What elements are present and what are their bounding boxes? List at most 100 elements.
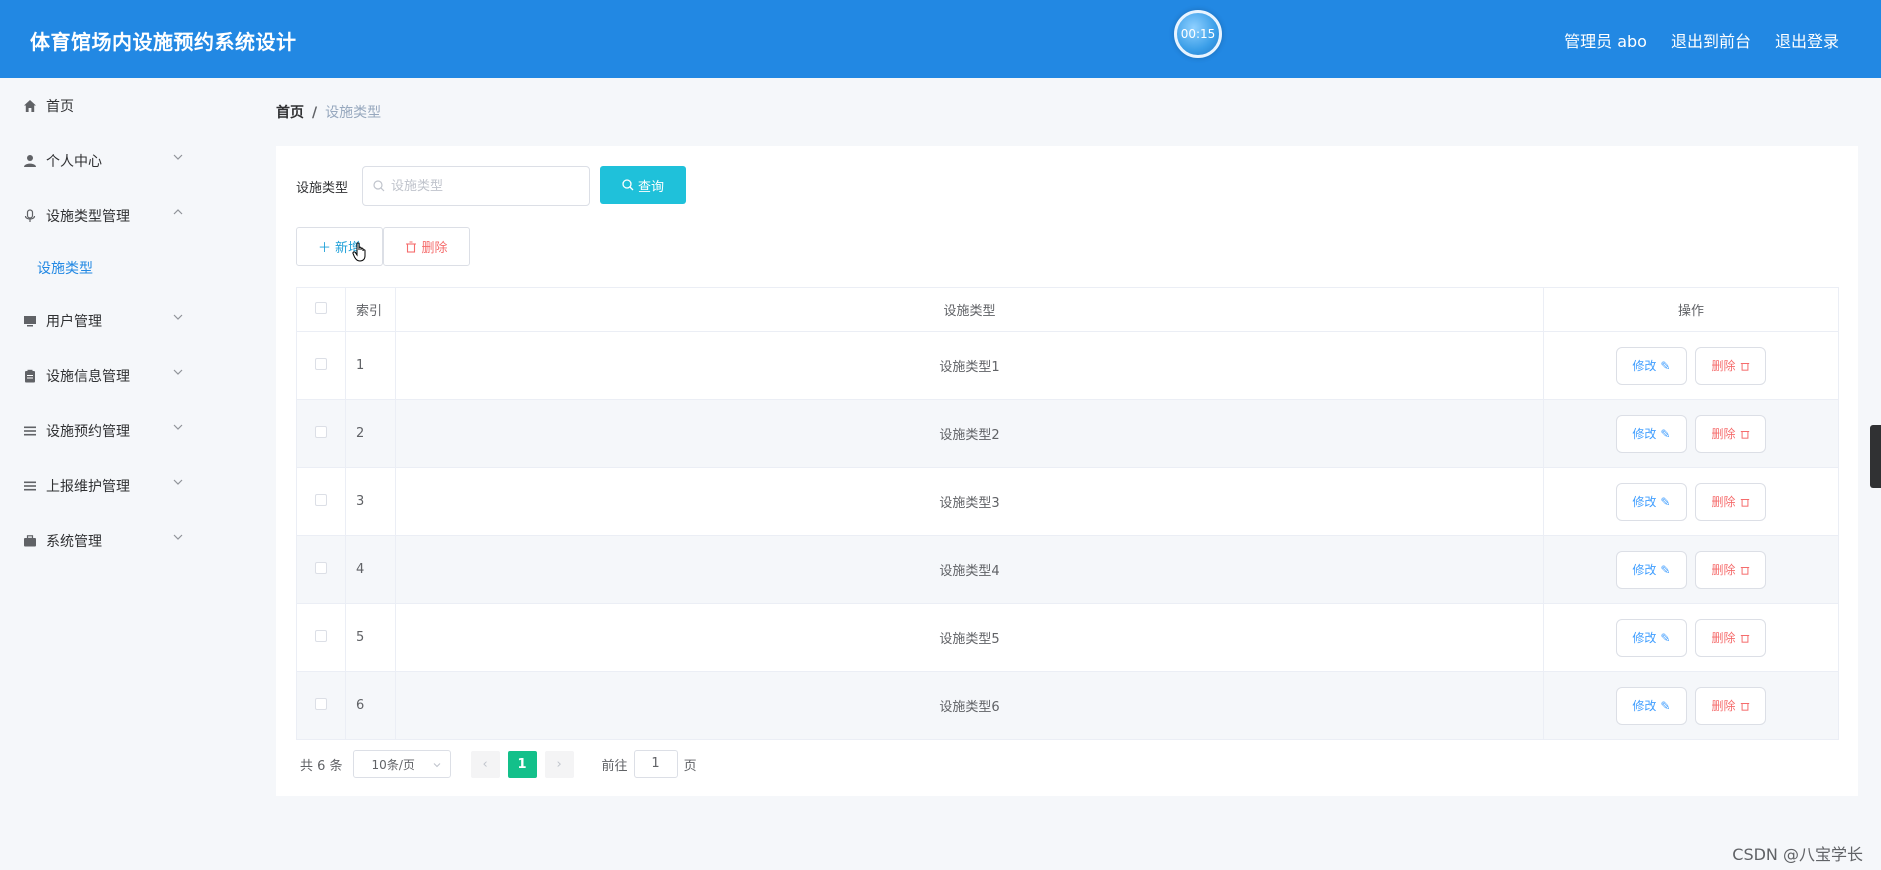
goto-page-input[interactable]: 1 [633, 750, 678, 778]
delete-label: 删除 [1711, 495, 1736, 509]
page-number-active[interactable]: 1 [507, 750, 537, 778]
user-icon [22, 153, 38, 169]
table-row: 5 设施类型5 修改 ✎ 删除 [296, 603, 1839, 672]
goto-label: 前往 [601, 758, 628, 774]
chevron-left-icon: ‹ [482, 756, 488, 772]
edit-button[interactable]: 修改 ✎ [1615, 686, 1687, 725]
sidebar-item-facility-booking-mgmt[interactable]: 设施预约管理 [0, 403, 246, 458]
sidebar-item-maintenance-report-mgmt[interactable]: 上报维护管理 [0, 458, 246, 513]
list-icon [22, 423, 38, 439]
trash-icon [406, 240, 417, 253]
edit-label: 修改 [1632, 563, 1657, 577]
delete-button[interactable]: 删除 [1695, 346, 1767, 385]
logout-link[interactable]: 退出登录 [1775, 28, 1839, 52]
search-field[interactable] [362, 166, 590, 206]
sidebar-item-label: 上报维护管理 [46, 478, 130, 495]
row-actions: 修改 ✎ 删除 [1543, 603, 1839, 672]
edit-button[interactable]: 修改 ✎ [1615, 550, 1687, 589]
breadcrumb: 首页 / 设施类型 [276, 102, 381, 122]
delete-label: 删除 [1711, 359, 1736, 373]
row-checkbox[interactable] [315, 697, 327, 710]
edit-icon: ✎ [1660, 698, 1671, 713]
edit-button[interactable]: 修改 ✎ [1615, 618, 1687, 657]
edit-button[interactable]: 修改 ✎ [1615, 346, 1687, 385]
header-type: 设施类型 [395, 287, 1544, 332]
trash-icon [1740, 566, 1749, 575]
sidebar-item-facility-type-mgmt[interactable]: 设施类型管理 [0, 188, 246, 243]
batch-delete-button[interactable]: 删除 [383, 227, 470, 266]
back-to-front-link[interactable]: 退出到前台 [1671, 28, 1751, 52]
sidebar-item-facility-info-mgmt[interactable]: 设施信息管理 [0, 348, 246, 403]
search-input[interactable] [391, 178, 571, 194]
next-page-button[interactable]: › [544, 750, 574, 778]
row-actions: 修改 ✎ 删除 [1543, 467, 1839, 536]
delete-label: 删除 [1711, 427, 1736, 441]
edit-icon: ✎ [1660, 426, 1671, 441]
prev-page-button[interactable]: ‹ [470, 750, 500, 778]
row-type: 设施类型4 [395, 535, 1544, 604]
trash-icon [1740, 430, 1749, 439]
sidebar: 首页 个人中心 设施类型管理 设施类型 用户管理 设施信息管理 设施预约管理 上… [0, 78, 246, 870]
row-checkbox[interactable] [315, 493, 327, 506]
edit-icon: ✎ [1660, 494, 1671, 509]
row-actions: 修改 ✎ 删除 [1543, 331, 1839, 400]
delete-button[interactable]: 删除 [1695, 414, 1767, 453]
delete-button[interactable]: 删除 [1695, 686, 1767, 725]
table-row: 3 设施类型3 修改 ✎ 删除 [296, 467, 1839, 536]
sidebar-item-system-mgmt[interactable]: 系统管理 [0, 513, 246, 568]
chevron-down-icon [173, 154, 183, 160]
side-drawer-handle[interactable] [1870, 425, 1881, 488]
row-select-cell [296, 603, 346, 672]
breadcrumb-separator: / [312, 105, 318, 121]
row-type: 设施类型1 [395, 331, 1544, 400]
edit-button[interactable]: 修改 ✎ [1615, 414, 1687, 453]
briefcase-icon [22, 533, 38, 549]
sidebar-subitem-facility-type[interactable]: 设施类型 [0, 243, 246, 293]
row-select-cell [296, 399, 346, 468]
chevron-down-icon [173, 534, 183, 540]
delete-button[interactable]: 删除 [1695, 482, 1767, 521]
edit-icon: ✎ [1660, 562, 1671, 577]
header-operations: 操作 [1543, 287, 1839, 332]
delete-button[interactable]: 删除 [1695, 618, 1767, 657]
breadcrumb-home[interactable]: 首页 [276, 105, 304, 121]
sidebar-item-label: 设施信息管理 [46, 368, 130, 385]
sidebar-item-personal-center[interactable]: 个人中心 [0, 133, 246, 188]
row-checkbox[interactable] [315, 629, 327, 642]
sidebar-item-user-mgmt[interactable]: 用户管理 [0, 293, 246, 348]
page-size-select[interactable]: 10条/页 [352, 750, 451, 778]
row-actions: 修改 ✎ 删除 [1543, 399, 1839, 468]
row-type: 设施类型3 [395, 467, 1544, 536]
delete-button-label: 删除 [421, 241, 448, 256]
row-select-cell [296, 535, 346, 604]
plus-icon: ＋ [317, 241, 331, 256]
app-title: 体育馆场内设施预约系统设计 [30, 30, 297, 54]
trash-icon [1740, 362, 1749, 371]
select-all-cell [296, 287, 346, 332]
row-checkbox[interactable] [315, 425, 327, 438]
sidebar-item-home[interactable]: 首页 [0, 78, 246, 133]
top-header: 体育馆场内设施预约系统设计 00:15 管理员 abo 退出到前台 退出登录 [0, 0, 1881, 78]
row-actions: 修改 ✎ 删除 [1543, 671, 1839, 740]
table-row: 4 设施类型4 修改 ✎ 删除 [296, 535, 1839, 604]
microphone-icon [22, 208, 38, 224]
row-select-cell [296, 671, 346, 740]
chevron-right-icon: › [556, 756, 562, 772]
delete-label: 删除 [1711, 699, 1736, 713]
delete-label: 删除 [1711, 631, 1736, 645]
edit-button[interactable]: 修改 ✎ [1615, 482, 1687, 521]
row-checkbox[interactable] [315, 357, 327, 370]
select-all-checkbox[interactable] [315, 301, 327, 314]
delete-label: 删除 [1711, 563, 1736, 577]
row-type: 设施类型5 [395, 603, 1544, 672]
chevron-down-icon [173, 424, 183, 430]
row-checkbox[interactable] [315, 561, 327, 574]
list-icon [22, 478, 38, 494]
delete-button[interactable]: 删除 [1695, 550, 1767, 589]
sidebar-item-label: 个人中心 [46, 153, 102, 170]
table-header-row: 索引 设施类型 操作 [296, 287, 1839, 332]
page-size-value: 10条/页 [371, 757, 415, 772]
pagination-total: 共 6 条 [300, 758, 343, 774]
admin-user-label[interactable]: 管理员 abo [1564, 28, 1647, 52]
query-button[interactable]: 查询 [600, 166, 686, 204]
